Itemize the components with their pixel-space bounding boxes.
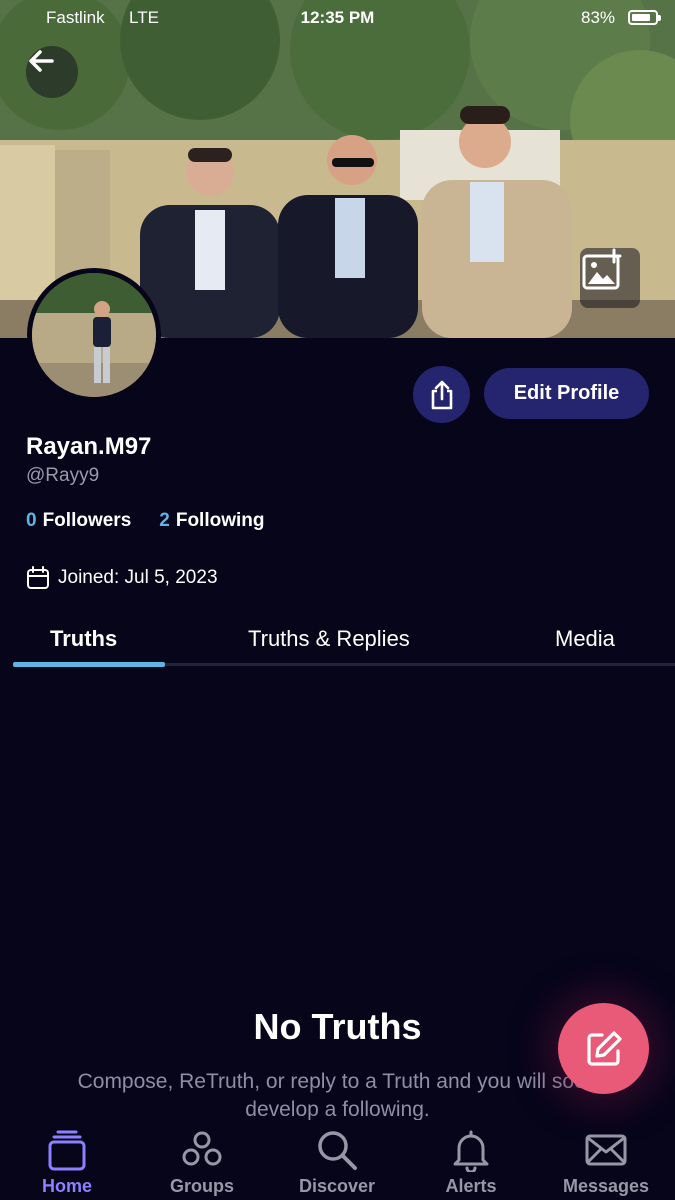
bell-icon bbox=[453, 1130, 489, 1172]
joined-label: Joined: Jul 5, 2023 bbox=[58, 567, 218, 588]
empty-state-text: Compose, ReTruth, or reply to a Truth an… bbox=[77, 1070, 598, 1120]
back-button[interactable] bbox=[26, 46, 78, 98]
nav-discover-label: Discover bbox=[298, 1176, 376, 1196]
followers-link[interactable]: 0 Followers bbox=[26, 510, 131, 532]
avatar-photo bbox=[32, 273, 156, 397]
share-icon bbox=[431, 380, 452, 409]
clock: 12:35 PM bbox=[300, 8, 375, 27]
nav-alerts-label: Alerts bbox=[445, 1176, 497, 1196]
battery-percent: 83% bbox=[581, 8, 616, 27]
battery-icon bbox=[628, 10, 661, 25]
nav-groups-label: Groups bbox=[169, 1176, 234, 1196]
active-tab-indicator bbox=[13, 662, 165, 667]
nav-home[interactable]: Home bbox=[12, 1128, 122, 1197]
compose-icon bbox=[586, 1030, 622, 1066]
profile-tabs: Truths Truths & Replies Media bbox=[13, 618, 675, 668]
tab-media[interactable]: Media bbox=[555, 626, 615, 652]
add-image-icon bbox=[582, 248, 622, 290]
tab-truths-replies[interactable]: Truths & Replies bbox=[248, 626, 410, 652]
avatar[interactable] bbox=[27, 268, 161, 402]
nav-messages-label: Messages bbox=[562, 1176, 650, 1196]
mail-icon bbox=[585, 1134, 627, 1166]
groups-icon bbox=[182, 1131, 222, 1166]
battery-fill bbox=[632, 14, 651, 21]
following-count: 2 bbox=[159, 510, 170, 531]
display-name: Rayan.M97 bbox=[26, 433, 152, 460]
status-bar: Fastlink LTE 12:35 PM 83% bbox=[0, 0, 675, 36]
share-button[interactable] bbox=[413, 366, 470, 423]
nav-messages[interactable]: Messages bbox=[551, 1128, 661, 1197]
following-label: Following bbox=[175, 510, 265, 531]
following-link[interactable]: 2 Following bbox=[159, 510, 264, 532]
calendar-icon bbox=[27, 566, 49, 589]
followers-count: 0 bbox=[26, 510, 37, 531]
bottom-nav: Home Groups Discover Alerts Messages bbox=[0, 1120, 675, 1200]
tab-divider bbox=[165, 663, 675, 666]
follow-stats: 0 Followers 2 Following bbox=[26, 510, 265, 532]
home-icon bbox=[48, 1130, 86, 1171]
arrow-left-icon bbox=[29, 50, 54, 72]
change-cover-button[interactable] bbox=[580, 248, 640, 308]
tab-truths[interactable]: Truths bbox=[50, 626, 117, 652]
username-handle: @Rayy9 bbox=[26, 465, 100, 486]
nav-discover[interactable]: Discover bbox=[282, 1128, 392, 1197]
followers-label: Followers bbox=[42, 510, 132, 531]
search-icon bbox=[318, 1131, 357, 1170]
nav-home-label: Home bbox=[41, 1176, 92, 1196]
edit-profile-button[interactable]: Edit Profile bbox=[484, 368, 649, 419]
joined-date: Joined: Jul 5, 2023 bbox=[26, 566, 218, 590]
nav-alerts[interactable]: Alerts bbox=[416, 1128, 526, 1197]
compose-button[interactable] bbox=[558, 1003, 649, 1094]
nav-groups[interactable]: Groups bbox=[147, 1128, 257, 1197]
